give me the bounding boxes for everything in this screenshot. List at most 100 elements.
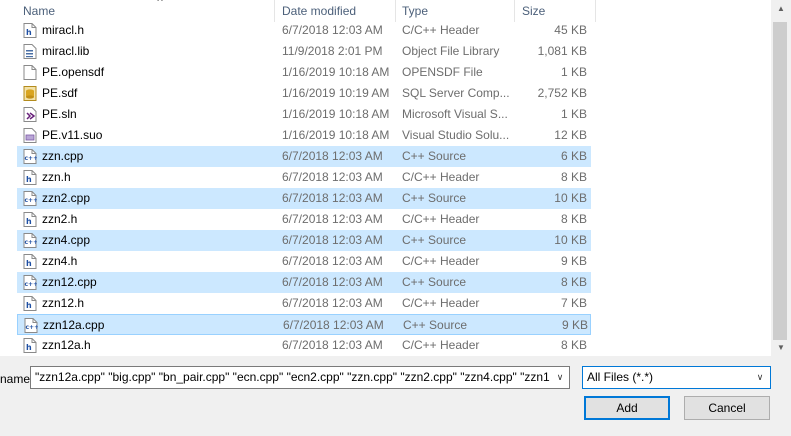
file-row[interactable]: h zzn4.h 6/7/2018 12:03 AM C/C++ Header 9 KB (17, 251, 591, 272)
svg-text:c++: c++ (26, 324, 39, 331)
cpp-file-icon: c++ (24, 318, 39, 333)
cpp-file-icon: c++ (23, 233, 38, 248)
file-name: zzn.cpp (42, 149, 84, 163)
database-file-icon (23, 86, 37, 101)
file-name: zzn.h (42, 170, 71, 184)
header-file-icon: h (23, 23, 37, 38)
file-date-modified: 6/7/2018 12:03 AM (282, 254, 383, 268)
file-type-filter-select[interactable]: All Files (*.*) (582, 366, 771, 389)
chevron-down-icon[interactable]: ∨ (752, 368, 768, 387)
file-type: OPENSDF File (402, 65, 483, 79)
file-name: PE.opensdf (42, 65, 105, 79)
file-name: zzn12a.h (42, 338, 91, 352)
file-type: SQL Server Comp... (402, 86, 510, 100)
file-date-modified: 11/9/2018 2:01 PM (282, 44, 383, 58)
file-row[interactable]: c++ zzn4.cpp 6/7/2018 12:03 AM C++ Source 10… (17, 230, 591, 251)
file-size: 8 KB (560, 338, 587, 352)
file-size: 6 KB (560, 149, 587, 163)
file-type: C/C++ Header (402, 296, 480, 310)
file-name: miracl.lib (42, 44, 90, 58)
file-date-modified: 6/7/2018 12:03 AM (282, 233, 383, 247)
file-row[interactable]: c++ zzn12a.cpp 6/7/2018 12:03 AM C++ Source… (17, 314, 591, 335)
file-type: C++ Source (402, 191, 467, 205)
file-name: PE.sdf (42, 86, 78, 100)
svg-text:h: h (26, 28, 32, 37)
file-type: Microsoft Visual S... (402, 107, 508, 121)
column-header-name[interactable]: Name ∧ (17, 0, 275, 22)
scroll-up-icon[interactable]: ▲ (771, 0, 791, 17)
file-name: zzn2.cpp (42, 191, 91, 205)
file-type: C/C++ Header (402, 254, 480, 268)
file-size: 12 KB (554, 128, 587, 142)
column-header-type[interactable]: Type (396, 0, 515, 22)
svg-text:c++: c++ (25, 155, 38, 162)
scrollbar-thumb[interactable] (773, 22, 787, 340)
file-date-modified: 1/16/2019 10:18 AM (282, 65, 390, 79)
cpp-file-icon: c++ (23, 149, 38, 164)
file-row[interactable]: PE.opensdf 1/16/2019 10:18 AM OPENSDF File… (17, 62, 591, 83)
file-name-input[interactable]: "zzn12a.cpp" "big.cpp" "bn_pair.cpp" "ec… (30, 366, 570, 389)
cpp-file-icon: c++ (23, 191, 38, 206)
file-size: 9 KB (561, 318, 588, 332)
file-date-modified: 6/7/2018 12:03 AM (282, 149, 383, 163)
file-name: PE.sln (42, 107, 77, 121)
file-name-dropdown-icon[interactable]: ∨ (551, 368, 569, 387)
file-size: 1 KB (560, 107, 587, 121)
column-type-label: Type (402, 4, 429, 18)
column-header-size[interactable]: Size (516, 0, 596, 22)
visual-studio-solution-icon (23, 107, 37, 122)
file-row[interactable]: PE.sln 1/16/2019 10:18 AM Microsoft Visual… (17, 104, 591, 125)
column-date-label: Date modified (282, 4, 357, 18)
header-file-icon: h (23, 338, 37, 353)
file-size: 8 KB (560, 275, 587, 289)
cancel-button[interactable]: Cancel (684, 396, 770, 420)
file-row[interactable]: c++ zzn2.cpp 6/7/2018 12:03 AM C++ Source 10… (17, 188, 591, 209)
file-row[interactable]: h zzn12.h 6/7/2018 12:03 AM C/C++ Header 7 K… (17, 293, 591, 314)
header-file-icon: h (23, 254, 37, 269)
file-row[interactable]: miracl.lib 11/9/2018 2:01 PM Object File L… (17, 41, 591, 62)
file-row[interactable]: h miracl.h 6/7/2018 12:03 AM C/C++ Header 45… (17, 20, 591, 41)
file-row[interactable]: h zzn.h 6/7/2018 12:03 AM C/C++ Header 8 KB (17, 167, 591, 188)
file-row[interactable]: PE.sdf 1/16/2019 10:19 AM SQL Server Comp.… (17, 83, 591, 104)
file-size: 10 KB (554, 191, 587, 205)
add-button[interactable]: Add (584, 396, 670, 420)
scroll-down-icon[interactable]: ▼ (771, 339, 791, 356)
file-type: Object File Library (402, 44, 500, 58)
file-row[interactable]: c++ zzn.cpp 6/7/2018 12:03 AM C++ Source 6 K… (17, 146, 591, 167)
file-name: zzn4.cpp (42, 233, 91, 247)
file-date-modified: 6/7/2018 12:03 AM (282, 23, 383, 37)
file-date-modified: 1/16/2019 10:18 AM (282, 107, 390, 121)
blank-file-icon (23, 65, 37, 80)
file-name: zzn12.h (42, 296, 85, 310)
library-file-icon (23, 44, 37, 59)
suo-file-icon (23, 128, 37, 143)
file-row[interactable]: PE.v11.suo 1/16/2019 10:18 AM Visual Studi… (17, 125, 591, 146)
svg-text:h: h (26, 343, 32, 352)
file-row[interactable]: h zzn2.h 6/7/2018 12:03 AM C/C++ Header 8 KB (17, 209, 591, 230)
file-date-modified: 1/16/2019 10:19 AM (282, 86, 390, 100)
file-name-label: name: (0, 372, 34, 386)
column-header-date[interactable]: Date modified (276, 0, 396, 22)
file-row[interactable]: h zzn12a.h 6/7/2018 12:03 AM C/C++ Header 8 … (17, 335, 591, 356)
header-file-icon: h (23, 296, 37, 311)
header-file-icon: h (23, 170, 37, 185)
svg-text:c++: c++ (25, 197, 38, 204)
file-list-pane: Name ∧ Date modified Type Size h miracl.h… (0, 0, 771, 356)
file-size: 8 KB (560, 170, 587, 184)
file-name: zzn2.h (42, 212, 78, 226)
svg-text:h: h (26, 217, 32, 226)
file-type: C/C++ Header (402, 23, 480, 37)
file-date-modified: 6/7/2018 12:03 AM (282, 212, 383, 226)
column-size-label: Size (522, 4, 546, 18)
svg-text:h: h (26, 301, 32, 310)
file-name: zzn12a.cpp (43, 318, 105, 332)
file-size: 1,081 KB (537, 44, 587, 58)
svg-text:c++: c++ (25, 239, 38, 246)
file-date-modified: 6/7/2018 12:03 AM (282, 338, 383, 352)
file-type: C++ Source (403, 318, 468, 332)
file-type: Visual Studio Solu... (402, 128, 510, 142)
file-type: C/C++ Header (402, 170, 480, 184)
file-row[interactable]: c++ zzn12.cpp 6/7/2018 12:03 AM C++ Source 8… (17, 272, 591, 293)
file-size: 7 KB (560, 296, 587, 310)
file-type: C++ Source (402, 233, 467, 247)
